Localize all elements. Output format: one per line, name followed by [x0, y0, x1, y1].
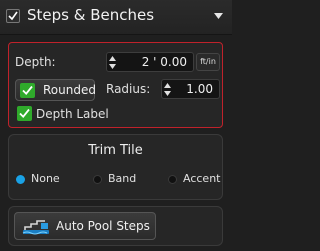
radius-value: 1.00 [186, 82, 213, 96]
radius-label: Radius: [106, 82, 151, 96]
radio-band-label[interactable]: Band [108, 172, 136, 185]
rounded-checkbox[interactable] [20, 83, 35, 98]
radio-accent-label[interactable]: Accent [183, 172, 220, 185]
checkmark-icon [22, 85, 33, 96]
rounded-label: Rounded [43, 83, 96, 97]
radio-none[interactable] [16, 175, 25, 184]
radio-none-label[interactable]: None [31, 172, 60, 185]
panel-title: Steps & Benches [27, 6, 155, 24]
chevron-down-icon[interactable] [214, 13, 223, 19]
unit-toggle-button[interactable]: ft/in [196, 53, 220, 71]
auto-pool-steps-button[interactable]: Auto Pool Steps [14, 212, 156, 240]
auto-pool-steps-label: Auto Pool Steps [56, 219, 150, 233]
depth-panel: Depth: 2 ' 0.00 ft/in Rounded Radius: 1.… [8, 42, 223, 128]
spinner-icon[interactable] [109, 56, 116, 69]
depth-label-option-text: Depth Label [36, 107, 109, 121]
spinner-icon[interactable] [164, 83, 171, 96]
panel-header: Steps & Benches [0, 0, 232, 35]
depth-label-checkbox[interactable] [17, 106, 32, 121]
depth-value: 2 ' 0.00 [141, 55, 187, 69]
radius-input[interactable]: 1.00 [161, 79, 220, 99]
trim-tile-title: Trim Tile [88, 143, 143, 158]
trim-tile-panel: Trim Tile None Band Accent [8, 134, 223, 200]
pool-steps-icon [22, 220, 49, 235]
auto-steps-panel: Auto Pool Steps [8, 206, 223, 246]
radio-band[interactable] [93, 175, 102, 184]
depth-input[interactable]: 2 ' 0.00 [106, 52, 194, 72]
checkmark-icon [8, 11, 18, 21]
section-enable-checkbox[interactable] [6, 9, 20, 23]
radio-accent[interactable] [168, 175, 177, 184]
rounded-toggle-button[interactable]: Rounded [15, 79, 96, 101]
checkmark-icon [19, 108, 30, 119]
depth-label: Depth: [15, 55, 56, 69]
